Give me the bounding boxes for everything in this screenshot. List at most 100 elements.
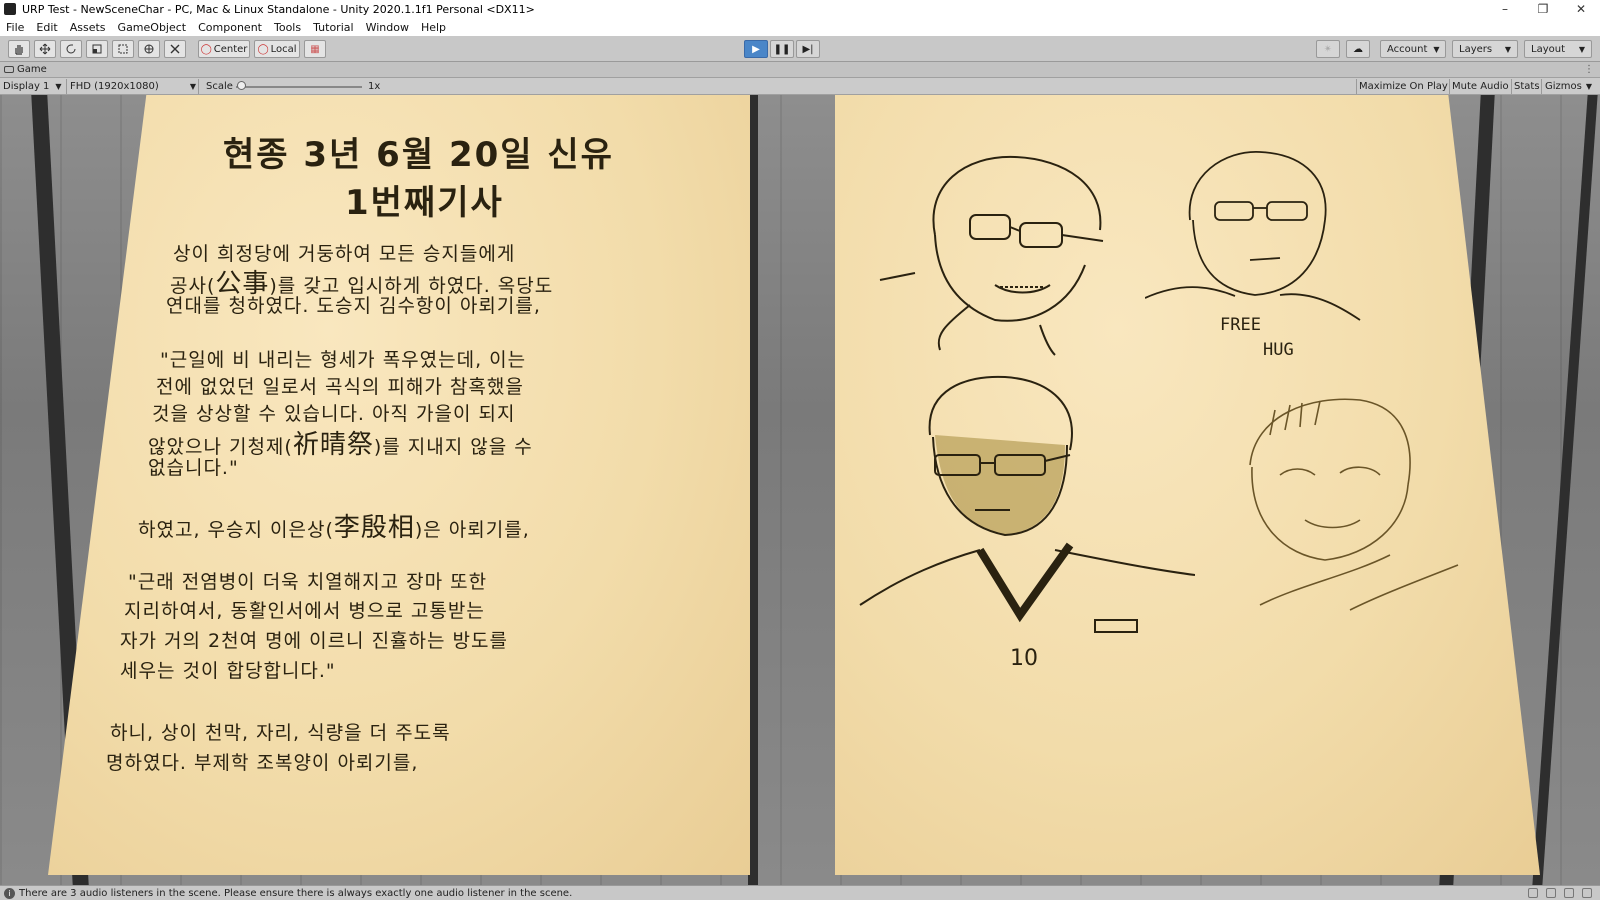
scale-tool-button[interactable] (86, 40, 108, 58)
pivot-toggle-button[interactable]: ◯ Center (198, 40, 250, 58)
transform-tool-button[interactable] (138, 40, 160, 58)
rotate-tool-button[interactable] (60, 40, 82, 58)
chevron-down-icon: ▼ (1504, 44, 1511, 54)
article-text-line: 세우는 것이 합당합니다." (120, 660, 336, 682)
gizmos-label: Gizmos (1545, 81, 1582, 92)
article-text-line: "근래 전염병이 더욱 치열해지고 장마 또한 (128, 571, 488, 593)
chevron-down-icon: ▼ (55, 82, 62, 91)
portrait-sketch-glasses-smiling (879, 155, 1104, 356)
menu-tools[interactable]: Tools (274, 21, 301, 34)
rect-tool-button[interactable] (112, 40, 134, 58)
menu-gameobject[interactable]: GameObject (118, 21, 187, 34)
article-text-line: 자가 거의 2천여 명에 이르니 진휼하는 방도를 (120, 630, 508, 652)
chevron-down-icon: ▼ (189, 82, 196, 91)
resolution-dropdown[interactable]: FHD (1920x1080) ▼ (70, 78, 196, 95)
article-paper: 현종 3년 6월 20일 신유 1번째기사 상이 희정당에 거둥하여 모든 승지… (48, 95, 750, 875)
pivot-icon: ◯ (200, 43, 212, 55)
tab-game[interactable]: Game (4, 64, 47, 75)
rotate-icon (66, 44, 76, 54)
menu-edit[interactable]: Edit (36, 21, 57, 34)
snap-toggle-button[interactable]: ▦ (304, 40, 326, 58)
stats-toggle[interactable]: Stats (1514, 78, 1540, 95)
layout-dropdown[interactable]: Layout ▼ (1524, 40, 1592, 58)
scale-slider[interactable] (236, 86, 362, 88)
sketch-paper: FREE HUG 10 (835, 95, 1540, 875)
layers-dropdown[interactable]: Layers ▼ (1452, 40, 1518, 58)
display-label: Display 1 (3, 81, 50, 92)
window-title: URP Test - NewSceneChar - PC, Mac & Linu… (22, 2, 535, 16)
menu-bar: File Edit Assets GameObject Component To… (0, 18, 1600, 36)
console-message[interactable]: There are 3 audio listeners in the scene… (19, 888, 572, 899)
divider (1449, 79, 1450, 94)
game-view-bar: Display 1 ▼ FHD (1920x1080) ▼ Scale 1x M… (0, 78, 1600, 95)
chevron-down-icon: ▼ (1585, 82, 1593, 91)
cloud-button[interactable]: ☁ (1346, 40, 1370, 58)
space-label: Local (270, 43, 297, 55)
cache-server-icon[interactable] (1582, 888, 1592, 898)
step-button[interactable]: ▶| (796, 40, 820, 58)
close-button[interactable]: ✕ (1562, 2, 1600, 16)
pause-icon: ❚❚ (773, 43, 791, 55)
article-text-line: 연대를 청하였다. 도승지 김수항이 아뢰기를, (166, 295, 541, 317)
main-toolbar: ◯ Center ◯ Local ▦ ▶ ❚❚ ▶| ✴ ☁ Account ▼… (0, 36, 1600, 62)
window-titlebar: URP Test - NewSceneChar - PC, Mac & Linu… (0, 0, 1600, 18)
account-dropdown[interactable]: Account ▼ (1380, 40, 1446, 58)
article-text-line: 상이 희정당에 거둥하여 모든 승지들에게 (173, 243, 516, 265)
menu-tutorial[interactable]: Tutorial (313, 21, 353, 34)
layers-label: Layers (1459, 43, 1493, 55)
shirt-text-hug: HUG (1263, 340, 1294, 360)
transform-icon (144, 44, 154, 54)
scale-slider-handle[interactable] (237, 81, 246, 90)
progress-icon[interactable] (1528, 888, 1538, 898)
portrait-sketch-elder (1249, 398, 1459, 611)
portrait-sketch-free-hug: FREE HUG (1145, 151, 1361, 360)
game-tab-strip: Game ⋮ (0, 62, 1600, 78)
mute-audio-toggle[interactable]: Mute Audio (1452, 78, 1509, 95)
minimize-button[interactable]: – (1486, 2, 1524, 16)
menu-window[interactable]: Window (366, 21, 409, 34)
collab-button[interactable]: ✴ (1316, 40, 1340, 58)
scale-icon (92, 44, 102, 54)
menu-file[interactable]: File (6, 21, 24, 34)
chevron-down-icon: ▼ (1578, 44, 1585, 54)
divider (198, 79, 199, 94)
menu-help[interactable]: Help (421, 21, 446, 34)
grid-snap-icon: ▦ (310, 43, 320, 55)
article-text-line: 하니, 상이 천막, 자리, 식량을 더 주도록 (110, 722, 451, 744)
menu-component[interactable]: Component (198, 21, 262, 34)
play-button[interactable]: ▶ (744, 40, 768, 58)
article-text-line: "근일에 비 내리는 형세가 폭우였는데, 이는 (160, 349, 527, 371)
wood-plank-gap (1532, 95, 1598, 885)
gizmos-dropdown[interactable]: Gizmos ▼ (1545, 78, 1592, 95)
article-headline-line-2: 1번째기사 (345, 183, 504, 223)
maximize-on-play-toggle[interactable]: Maximize On Play (1359, 78, 1448, 95)
game-viewport[interactable]: 현종 3년 6월 20일 신유 1번째기사 상이 희정당에 거둥하여 모든 승지… (0, 95, 1600, 885)
chevron-down-icon: ▼ (1433, 44, 1440, 54)
display-dropdown[interactable]: Display 1 ▼ (3, 78, 65, 95)
step-icon: ▶| (802, 43, 814, 55)
pivot-label: Center (213, 43, 248, 55)
move-tool-button[interactable] (34, 40, 56, 58)
divider (1511, 79, 1512, 94)
article-headline-line-1: 현종 3년 6월 20일 신유 (223, 135, 614, 175)
divider (66, 79, 67, 94)
article-text-line: 명하였다. 부제학 조복양이 아뢰기를, (106, 752, 419, 774)
restore-button[interactable]: ❐ (1524, 2, 1562, 16)
more-options-icon[interactable]: ⋮ (1584, 64, 1594, 75)
lighting-icon[interactable] (1564, 888, 1574, 898)
debug-icon[interactable] (1546, 888, 1556, 898)
scale-label: Scale (206, 81, 233, 92)
tools-icon (170, 44, 180, 54)
article-text-line: 없습니다." (148, 457, 239, 479)
menu-assets[interactable]: Assets (70, 21, 106, 34)
pause-button[interactable]: ❚❚ (770, 40, 794, 58)
status-bar: i There are 3 audio listeners in the sce… (0, 885, 1600, 900)
hand-tool-button[interactable] (8, 40, 30, 58)
play-icon: ▶ (752, 43, 760, 55)
unity-logo-icon (4, 3, 16, 15)
portrait-sketch-uniform: 10 (859, 375, 1195, 671)
account-label: Account (1387, 43, 1428, 55)
local-icon: ◯ (257, 43, 269, 55)
space-toggle-button[interactable]: ◯ Local (254, 40, 300, 58)
custom-tool-button[interactable] (164, 40, 186, 58)
